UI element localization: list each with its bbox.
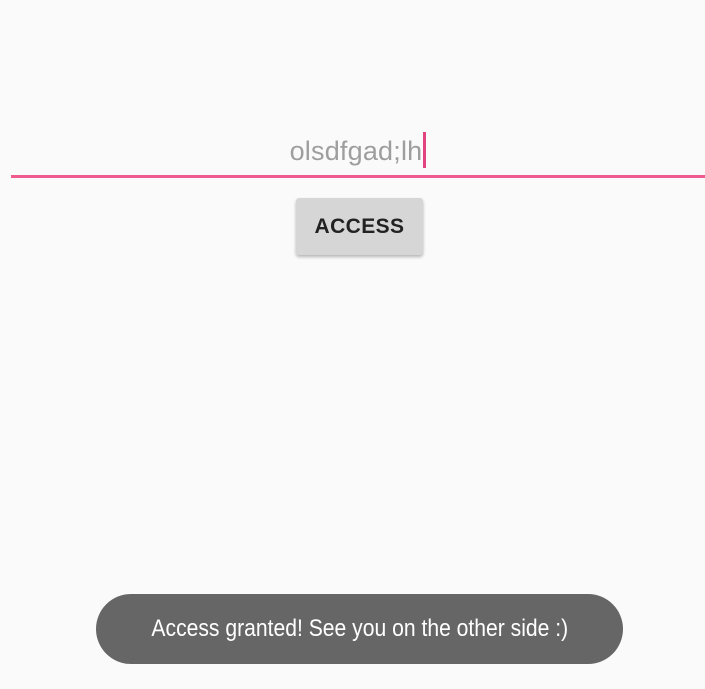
toast-notification: Access granted! See you on the other sid…: [96, 594, 623, 664]
password-input-text: olsdfgad;lh: [289, 136, 423, 166]
access-button[interactable]: ACCESS: [296, 198, 423, 255]
text-cursor: [423, 131, 427, 168]
password-field[interactable]: olsdfgad;lh: [11, 128, 705, 178]
toast-message: Access granted! See you on the other sid…: [151, 615, 568, 642]
